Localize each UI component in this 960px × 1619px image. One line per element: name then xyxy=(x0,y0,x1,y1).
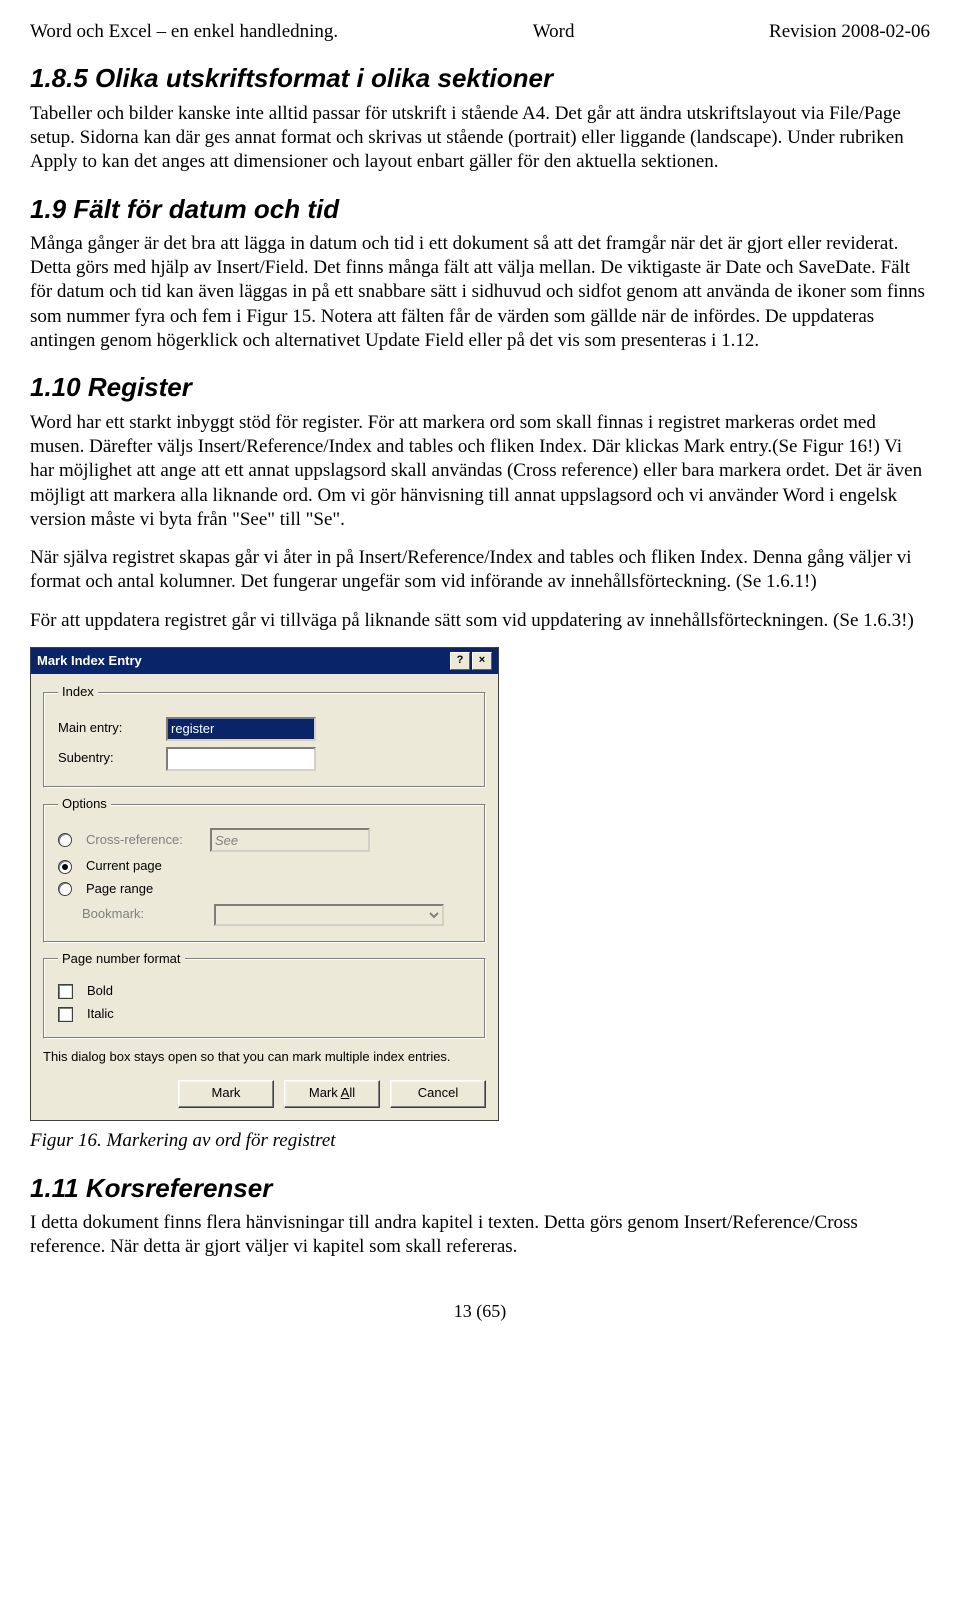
bookmark-select[interactable] xyxy=(214,904,444,926)
cross-reference-radio[interactable] xyxy=(58,833,72,847)
dialog-info-text: This dialog box stays open so that you c… xyxy=(43,1049,486,1066)
subentry-input[interactable] xyxy=(166,747,316,771)
heading-1-8-5: 1.8.5 Olika utskriftsformat i olika sekt… xyxy=(30,62,930,95)
page-number: 13 (65) xyxy=(30,1300,930,1323)
bold-label: Bold xyxy=(87,983,113,1000)
dialog-button-row: Mark Mark All Cancel xyxy=(43,1080,486,1108)
page-number-format-group: Page number format Bold Italic xyxy=(43,951,486,1040)
page-format-legend: Page number format xyxy=(58,951,185,968)
cross-reference-label: Cross-reference: xyxy=(86,832,202,849)
cross-reference-input[interactable] xyxy=(210,828,370,852)
mark-index-entry-dialog: Mark Index Entry ? × Index Main entry: S… xyxy=(30,647,499,1121)
main-entry-input[interactable] xyxy=(166,717,316,741)
subentry-label: Subentry: xyxy=(58,750,158,767)
header-left: Word och Excel – en enkel handledning. xyxy=(30,20,338,44)
cancel-button[interactable]: Cancel xyxy=(390,1080,486,1108)
mark-all-button[interactable]: Mark All xyxy=(284,1080,380,1108)
current-page-radio[interactable] xyxy=(58,860,72,874)
dialog-body: Index Main entry: Subentry: Options Cros… xyxy=(31,674,498,1120)
main-entry-label: Main entry: xyxy=(58,720,158,737)
header-center: Word xyxy=(533,20,575,44)
page-range-radio[interactable] xyxy=(58,882,72,896)
dialog-titlebar[interactable]: Mark Index Entry ? × xyxy=(31,648,498,674)
close-button[interactable]: × xyxy=(472,652,492,670)
figure-caption: Figur 16. Markering av ord för registret xyxy=(30,1129,930,1153)
paragraph: Tabeller och bilder kanske inte alltid p… xyxy=(30,102,930,175)
header-right: Revision 2008-02-06 xyxy=(769,20,930,44)
page-header: Word och Excel – en enkel handledning. W… xyxy=(30,20,930,44)
paragraph: Word har ett starkt inbyggt stöd för reg… xyxy=(30,411,930,533)
italic-checkbox[interactable] xyxy=(58,1007,73,1022)
options-group: Options Cross-reference: Current page Pa… xyxy=(43,796,486,943)
paragraph: För att uppdatera registret går vi tillv… xyxy=(30,609,930,633)
options-legend: Options xyxy=(58,796,111,813)
heading-1-11: 1.11 Korsreferenser xyxy=(30,1172,930,1205)
titlebar-buttons: ? × xyxy=(450,652,492,670)
bookmark-label: Bookmark: xyxy=(58,906,206,923)
help-button[interactable]: ? xyxy=(450,652,470,670)
heading-1-9: 1.9 Fält för datum och tid xyxy=(30,193,930,226)
dialog-title: Mark Index Entry xyxy=(37,653,142,670)
index-group: Index Main entry: Subentry: xyxy=(43,684,486,788)
index-legend: Index xyxy=(58,684,98,701)
page-range-label: Page range xyxy=(86,881,153,898)
paragraph: I detta dokument finns flera hänvisninga… xyxy=(30,1211,930,1260)
current-page-label: Current page xyxy=(86,858,162,875)
paragraph: Många gånger är det bra att lägga in dat… xyxy=(30,232,930,354)
mark-button[interactable]: Mark xyxy=(178,1080,274,1108)
bold-checkbox[interactable] xyxy=(58,984,73,999)
heading-1-10: 1.10 Register xyxy=(30,371,930,404)
italic-label: Italic xyxy=(87,1006,114,1023)
paragraph: När själva registret skapas går vi åter … xyxy=(30,546,930,595)
